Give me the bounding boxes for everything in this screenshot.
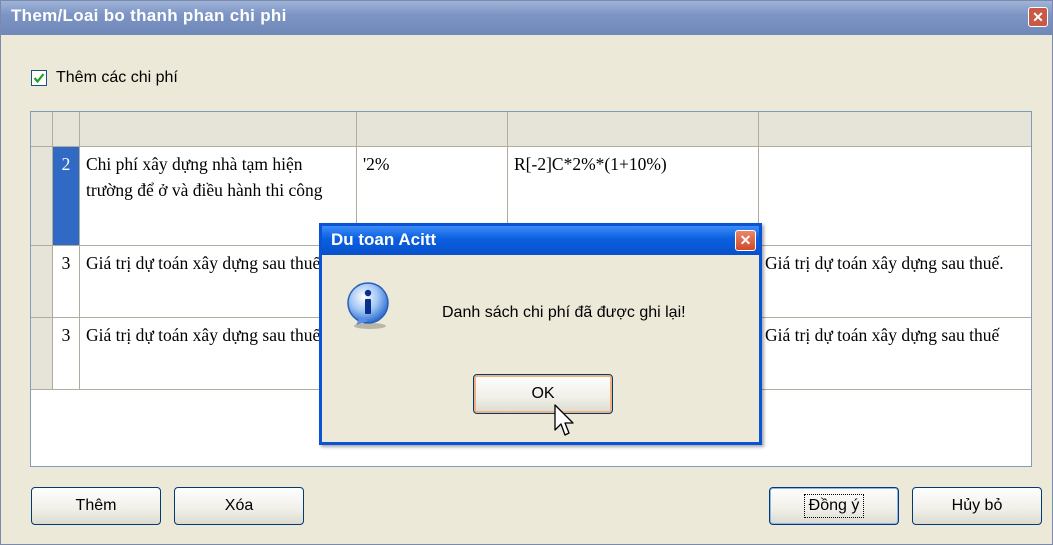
dialog-titlebar[interactable]: Du toan Acitt ✕ (322, 226, 759, 255)
message-dialog: Du toan Acitt ✕ Danh sách chi phí đã đượ… (319, 223, 762, 445)
row-col4-cell[interactable]: Giá trị dự toán xây dựng sau thuế (759, 318, 1031, 389)
mouse-cursor-icon (554, 404, 574, 436)
dialog-message: Danh sách chi phí đã được ghi lại! (442, 304, 686, 321)
row-header[interactable] (31, 147, 53, 245)
cancel-button[interactable]: Hủy bỏ (912, 487, 1042, 525)
row-name-cell[interactable]: Giá trị dự toán xây dựng sau thuế. (80, 318, 357, 389)
header-col-num[interactable] (53, 112, 80, 146)
row-number[interactable]: 3 (53, 246, 80, 317)
header-col-name[interactable] (80, 112, 357, 146)
add-costs-checkbox-row[interactable]: Thêm các chi phí (31, 67, 178, 89)
ok-button[interactable]: OK (473, 374, 613, 414)
agree-button-label: Đồng ý (803, 494, 865, 518)
row-col4-cell[interactable]: Giá trị dự toán xây dựng sau thuế. (759, 246, 1031, 317)
window-titlebar[interactable]: Them/Loai bo thanh phan chi phi ✕ (1, 1, 1052, 35)
row-col4-cell[interactable] (759, 147, 1031, 245)
dialog-close-button[interactable]: ✕ (735, 230, 756, 251)
row-name-cell[interactable]: Chi phí xây dựng nhà tạm hiện trường để … (80, 147, 357, 245)
checkmark-icon (33, 73, 45, 84)
main-window: Them/Loai bo thanh phan chi phi ✕ Thêm c… (0, 0, 1053, 545)
add-button[interactable]: Thêm (31, 487, 161, 525)
delete-button[interactable]: Xóa (174, 487, 304, 525)
add-costs-checkbox[interactable] (31, 70, 47, 86)
header-col-4[interactable] (759, 112, 1031, 146)
window-close-button[interactable]: ✕ (1028, 7, 1048, 27)
header-col-3[interactable] (508, 112, 759, 146)
info-icon (347, 282, 389, 329)
header-col-2[interactable] (357, 112, 508, 146)
window-title: Them/Loai bo thanh phan chi phi (11, 6, 287, 25)
grid-header (31, 112, 1031, 147)
dialog-title: Du toan Acitt (331, 230, 437, 249)
row-name-cell[interactable]: Giá trị dự toán xây dựng sau thuế (80, 246, 357, 317)
add-costs-label: Thêm các chi phí (56, 69, 178, 86)
row-header[interactable] (31, 318, 53, 389)
row-number[interactable]: 2 (53, 147, 80, 245)
agree-button[interactable]: Đồng ý (769, 487, 899, 525)
header-corner (31, 112, 53, 146)
row-header[interactable] (31, 246, 53, 317)
row-number[interactable]: 3 (53, 318, 80, 389)
